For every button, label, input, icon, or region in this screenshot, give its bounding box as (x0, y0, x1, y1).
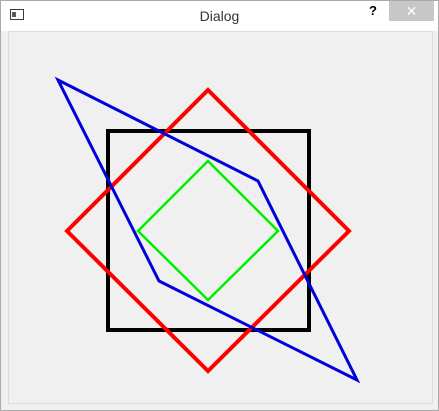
blue-polygon (54, 76, 361, 384)
drawing-canvas (54, 76, 361, 384)
